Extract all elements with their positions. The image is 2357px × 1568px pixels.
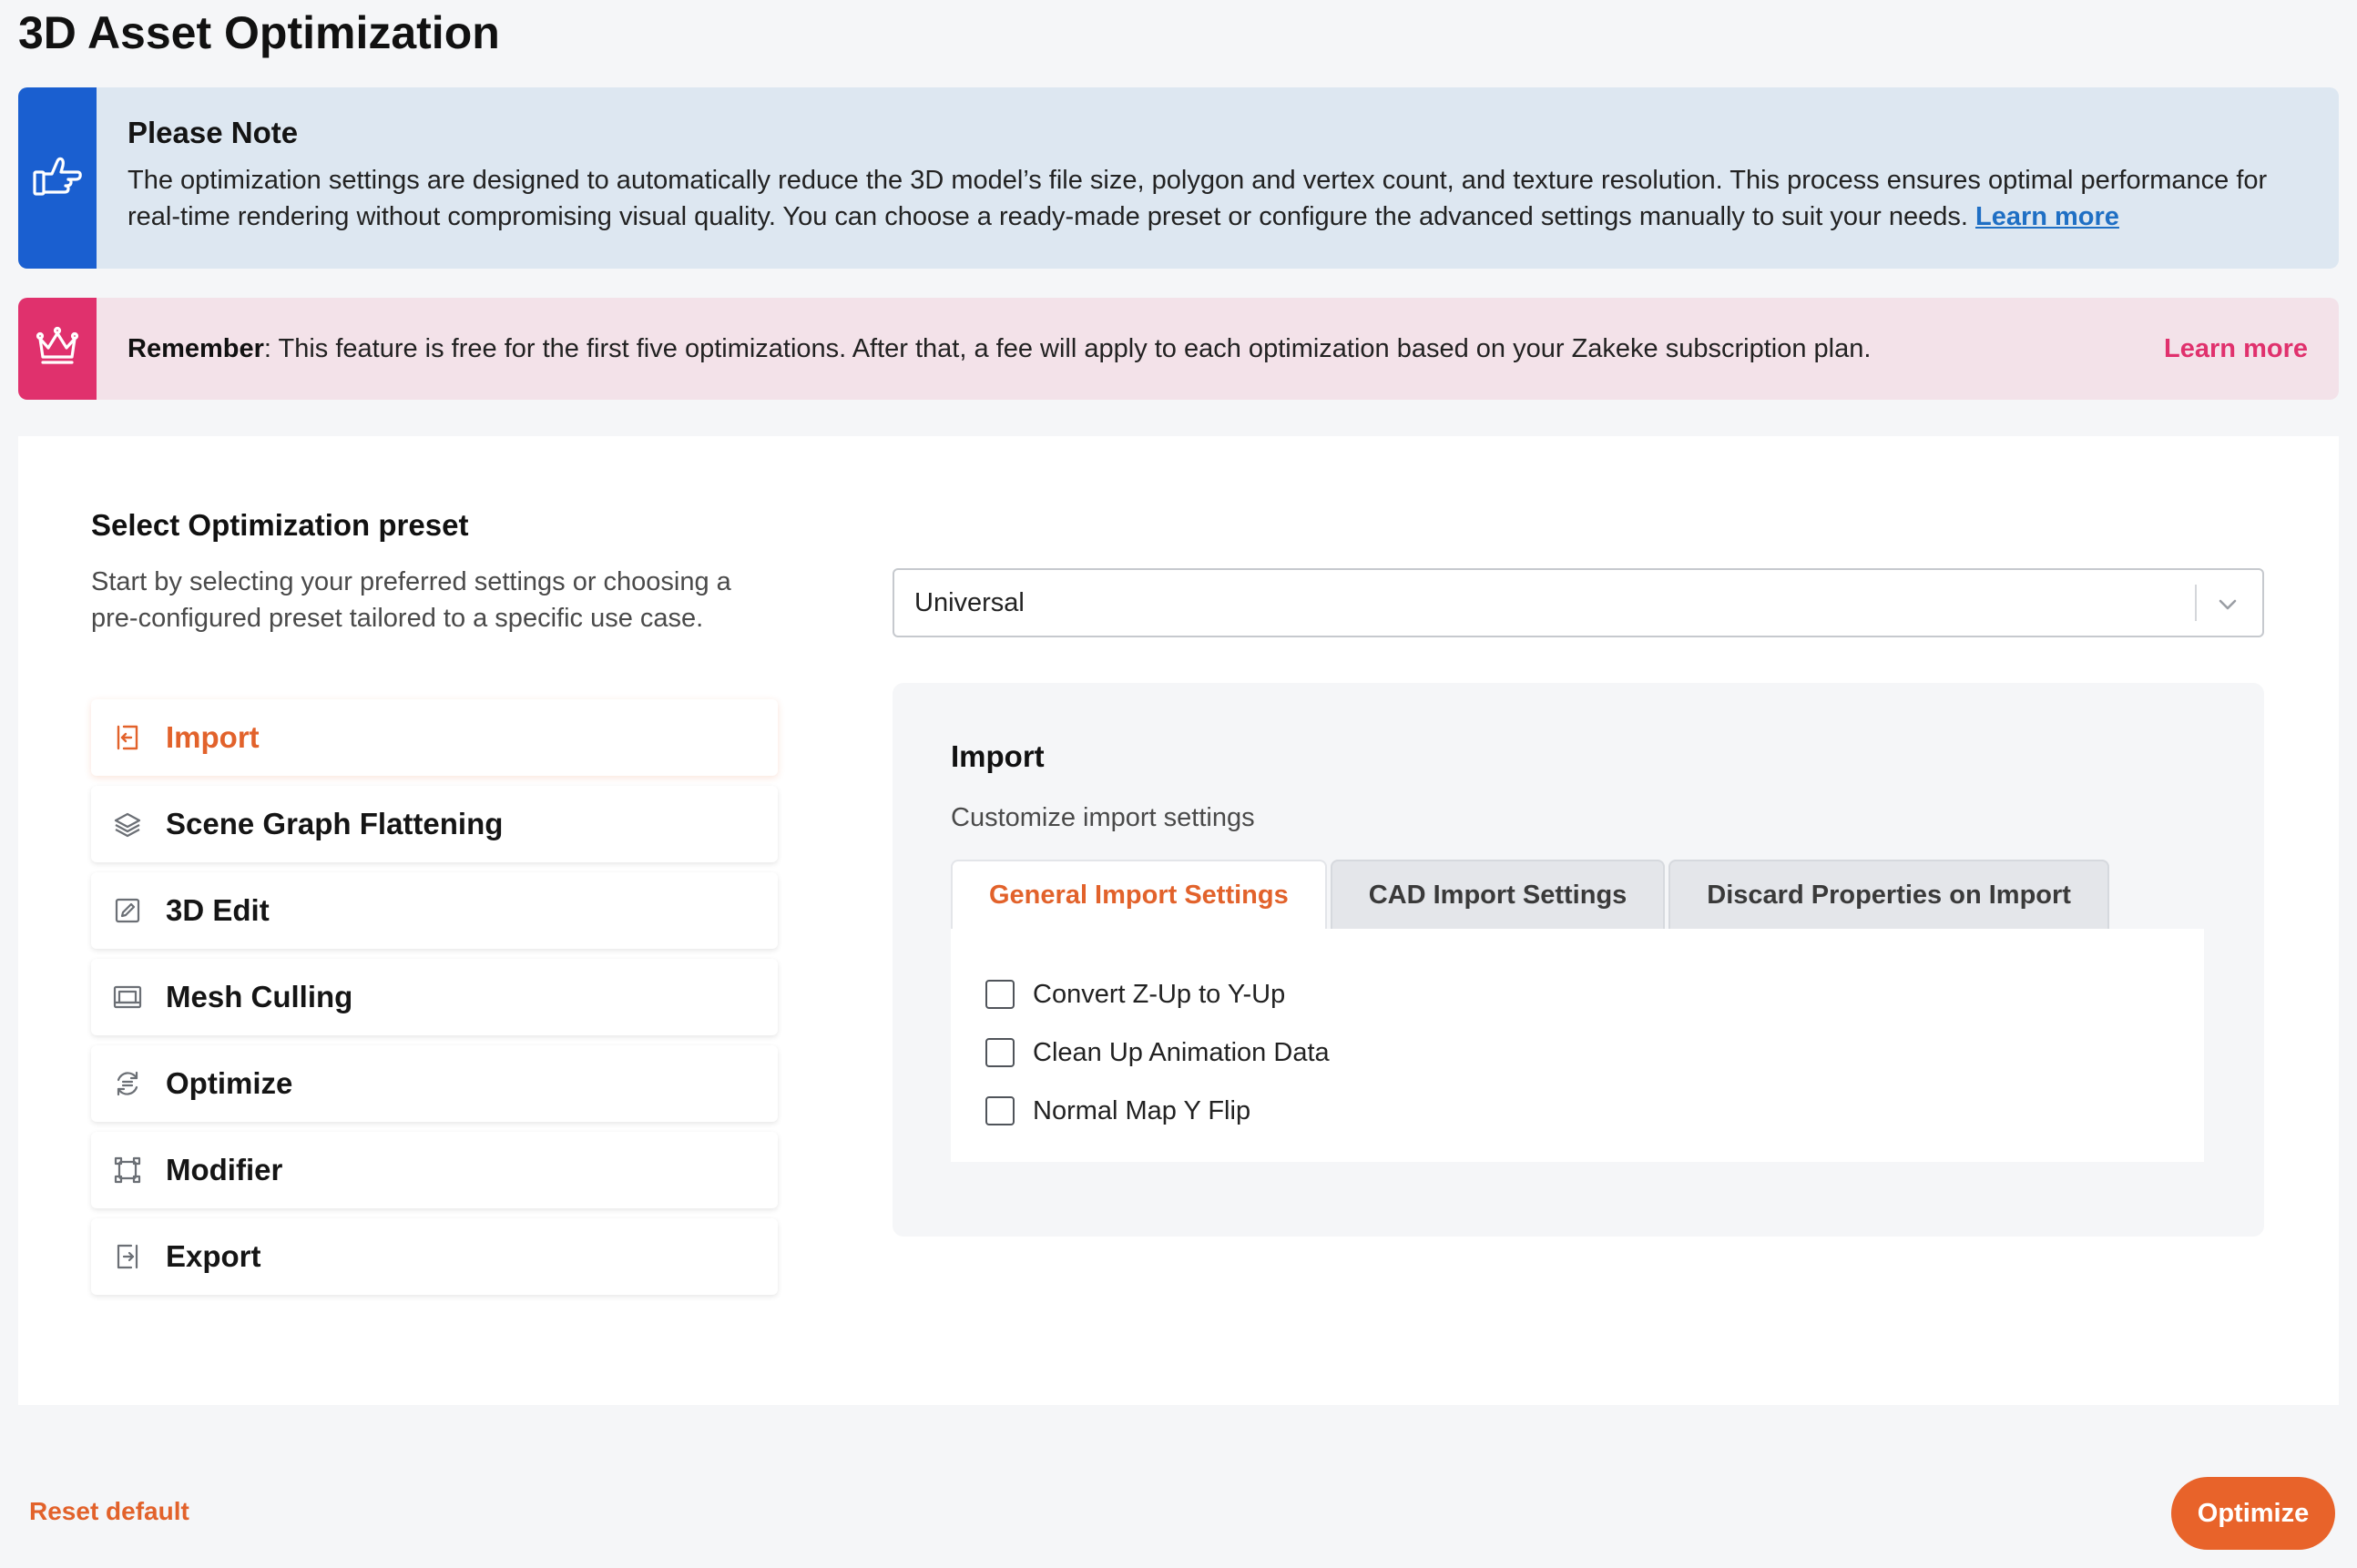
reset-default-link[interactable]: Reset default <box>29 1497 189 1526</box>
menu-item-modifier[interactable]: Modifier <box>91 1132 778 1208</box>
menu-item-scene-graph-flattening[interactable]: Scene Graph Flattening <box>91 786 778 862</box>
menu-item-label: Optimize <box>166 1066 293 1100</box>
export-icon <box>111 1240 144 1273</box>
mesh-culling-icon <box>111 981 144 1013</box>
info-notice-body: The optimization settings are designed t… <box>128 166 2268 231</box>
preset-select-value: Universal <box>914 587 1025 617</box>
preset-intro: Select Optimization preset Start by sele… <box>91 507 778 636</box>
panel-title: Import <box>951 739 1045 773</box>
info-notice: Please Note The optimization settings ar… <box>18 87 2339 269</box>
import-tabs: General Import Settings CAD Import Setti… <box>951 860 2113 929</box>
import-icon <box>111 721 144 754</box>
subscription-notice-body: : This feature is free for the first fiv… <box>263 333 1872 363</box>
menu-item-label: Import <box>166 720 260 754</box>
option-label: Clean Up Animation Data <box>1033 1037 1330 1067</box>
thumbs-up-pointing-icon <box>32 154 83 202</box>
modifier-icon <box>111 1154 144 1186</box>
subscription-notice-stripe <box>18 298 97 400</box>
info-notice-title: Please Note <box>128 116 299 149</box>
layers-icon <box>111 808 144 840</box>
option-normal-map-y-flip[interactable]: Normal Map Y Flip <box>985 1093 2204 1129</box>
option-convert-z-up[interactable]: Convert Z-Up to Y-Up <box>985 976 2204 1013</box>
checkbox[interactable] <box>985 1038 1015 1067</box>
optimize-button[interactable]: Optimize <box>2171 1477 2335 1550</box>
menu-item-mesh-culling[interactable]: Mesh Culling <box>91 959 778 1035</box>
option-label: Normal Map Y Flip <box>1033 1095 1251 1125</box>
menu-item-3d-edit[interactable]: 3D Edit <box>91 872 778 949</box>
menu-item-label: Scene Graph Flattening <box>166 807 504 840</box>
page-title: 3D Asset Optimization <box>18 7 500 58</box>
subscription-notice-text: Remember: This feature is free for the f… <box>128 334 2164 364</box>
menu-item-label: Modifier <box>166 1153 283 1186</box>
select-separator <box>2195 585 2197 621</box>
optimize-icon <box>111 1067 144 1100</box>
menu-item-optimize[interactable]: Optimize <box>91 1045 778 1122</box>
menu-item-label: 3D Edit <box>166 893 270 927</box>
option-clean-up-animation[interactable]: Clean Up Animation Data <box>985 1034 2204 1071</box>
general-import-settings-content: Convert Z-Up to Y-Up Clean Up Animation … <box>951 929 2204 1162</box>
panel-description: Customize import settings <box>951 803 1255 832</box>
info-learn-more-link[interactable]: Learn more <box>1975 202 2119 231</box>
info-notice-stripe <box>18 87 97 269</box>
info-notice-text: The optimization settings are designed t… <box>128 162 2308 235</box>
optimization-card: Select Optimization preset Start by sele… <box>18 436 2339 1405</box>
menu-item-label: Mesh Culling <box>166 980 353 1013</box>
checkbox[interactable] <box>985 980 1015 1009</box>
tab-general-import-settings[interactable]: General Import Settings <box>951 860 1327 929</box>
subscription-notice: Remember: This feature is free for the f… <box>18 298 2339 400</box>
import-settings-panel: Import Customize import settings General… <box>893 683 2264 1237</box>
crown-icon <box>35 326 80 372</box>
preset-section-description: Start by selecting your preferred settin… <box>91 567 731 633</box>
edit-icon <box>111 894 144 927</box>
menu-item-label: Export <box>166 1239 261 1273</box>
subscription-notice-label: Remember <box>128 333 264 363</box>
preset-select[interactable]: Universal <box>893 568 2264 637</box>
page: 3D Asset Optimization Please Note The op… <box>0 0 2357 1568</box>
chevron-down-icon[interactable] <box>2213 590 2242 619</box>
menu-item-import[interactable]: Import <box>91 699 778 776</box>
subscription-learn-more-link[interactable]: Learn more <box>2164 334 2308 364</box>
tab-cad-import-settings[interactable]: CAD Import Settings <box>1330 860 1666 929</box>
settings-menu: Import Scene Graph Flattening 3D Edit Me… <box>91 699 778 1305</box>
menu-item-export[interactable]: Export <box>91 1218 778 1295</box>
preset-section-title: Select Optimization preset <box>91 508 469 542</box>
tab-discard-properties[interactable]: Discard Properties on Import <box>1668 860 2109 929</box>
checkbox[interactable] <box>985 1096 1015 1125</box>
option-label: Convert Z-Up to Y-Up <box>1033 979 1286 1009</box>
